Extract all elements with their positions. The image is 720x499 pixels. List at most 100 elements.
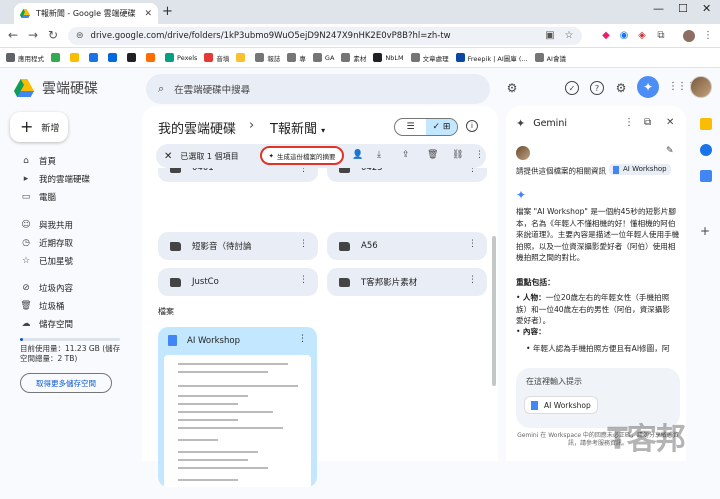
new-button[interactable]: + 新增 [10,112,68,142]
folder-item[interactable]: 0425 ⋮ [327,168,487,182]
trash-icon[interactable]: 🗑 [427,150,438,160]
bookmark-star-icon[interactable]: ☆ [563,30,575,42]
folder-item[interactable]: A56 ⋮ [327,232,487,260]
bookmark-item[interactable] [146,53,158,62]
file-more-icon[interactable]: ⋮ [298,334,307,344]
file-card[interactable]: AI Workshop ⋮ [158,327,317,487]
breadcrumb-current[interactable]: T報新聞 ▾ [270,118,325,137]
search-icon[interactable]: ⌕ [158,82,164,96]
search-input[interactable]: ⌕ 在雲端硬碟中搜尋 [146,74,490,104]
scrollbar[interactable] [492,236,496,386]
bookmark-item[interactable]: 報誌 [255,53,280,63]
sidebar-item[interactable]: ☺ 與我共用 [20,219,73,231]
edit-prompt-icon[interactable]: ✎ [666,146,674,156]
download-icon[interactable]: ⤓ [377,150,381,160]
share-icon[interactable]: 👤 [352,150,363,160]
menu-icon[interactable]: ⋮ [702,30,714,42]
grid-view-icon[interactable]: ✓ ⊞ [426,119,457,135]
account-avatar[interactable] [690,76,712,98]
bookmark-item[interactable] [89,53,101,62]
tasks-icon[interactable] [700,144,712,156]
input-file-chip[interactable]: AI Workshop [524,396,598,414]
contacts-icon[interactable] [700,170,712,182]
bookmark-icon [236,53,246,62]
browser-tab[interactable]: T報新聞 - Google 雲端硬碟 ✕ [14,3,158,24]
bookmark-icon [534,53,544,62]
bookmark-item[interactable] [108,53,120,62]
gemini-spark-icon[interactable]: ✦ [637,76,659,98]
clear-selection-icon[interactable]: ✕ [164,151,172,162]
info-icon[interactable]: i [466,120,478,132]
minimize-icon[interactable]: — [653,2,664,15]
bookmark-item[interactable]: Pexels [165,53,197,62]
breadcrumb-root[interactable]: 我的雲端硬碟 [158,118,236,137]
bookmark-item[interactable]: AI會議 [534,53,566,63]
buy-storage-button[interactable]: 取得更多儲存空間 [20,373,112,393]
back-icon[interactable]: ← [8,28,18,42]
move-icon[interactable]: ⇪ [402,150,410,160]
sidebar-item[interactable]: 🗑 垃圾桶 [20,300,64,312]
sidebar-item[interactable]: ▸ 我的雲端硬碟 [20,173,90,185]
cast-icon[interactable]: ▣ [544,30,556,42]
sidebar-item[interactable]: ☁ 儲存空間 [20,318,74,330]
bookmark-item[interactable] [127,53,139,62]
folder-more-icon[interactable]: ⋮ [299,168,308,174]
bookmark-item[interactable] [70,53,82,62]
extension-3-icon[interactable]: ◈ [636,30,648,42]
url-field[interactable]: ⊜ drive.google.com/drive/folders/1kP3ubm… [68,27,582,45]
bookmark-item[interactable]: 音填 [204,53,229,63]
close-panel-icon[interactable]: ✕ [666,117,674,128]
spark-icon: ✦ [268,151,274,160]
folder-more-icon[interactable]: ⋮ [468,275,477,285]
bookmark-item[interactable]: Freepik | AI圖庫 (... [455,53,528,63]
bookmark-item[interactable]: GA [312,53,334,62]
more-actions-icon[interactable]: ⋮ [475,150,484,160]
keep-icon[interactable] [700,118,712,130]
sidebar-item[interactable]: ◷ 近期存取 [20,237,73,249]
folder-item[interactable]: 0401 ⋮ [158,168,318,182]
offline-status-icon[interactable]: ✓ [565,81,579,95]
link-icon[interactable]: ⛓ [452,150,463,160]
bookmark-item[interactable]: 應用程式 [6,53,44,63]
folder-item[interactable]: 短影音（待討論 ⋮ [158,232,318,260]
sidebar-item[interactable]: ⊘ 垃圾內容 [20,282,73,294]
extension-1-icon[interactable]: ◆ [600,30,612,42]
prompt-input[interactable]: 在這裡輸入提示 AI Workshop [516,368,680,428]
extensions-icon[interactable]: ⧉ [655,30,667,42]
bookmark-item[interactable]: 專 [287,53,306,63]
help-icon[interactable]: ? [590,81,604,95]
bookmark-label: NbLM [385,53,404,62]
bookmark-item[interactable]: NbLM [373,53,404,62]
folder-item[interactable]: T客邦影片素材 ⋮ [327,268,487,296]
profile-icon[interactable] [683,30,695,42]
sidebar-item[interactable]: ⌂ 首頁 [20,155,56,167]
bookmark-item[interactable]: 素材 [341,53,366,63]
open-new-window-icon[interactable]: ⧉ [644,117,651,128]
folder-more-icon[interactable]: ⋮ [468,239,477,249]
sidebar-item[interactable]: ▭ 電腦 [20,191,56,203]
close-tab-icon[interactable]: ✕ [144,9,152,19]
settings-gear-icon[interactable]: ⚙ [614,81,628,95]
maximize-icon[interactable]: ☐ [678,2,688,15]
folder-more-icon[interactable]: ⋮ [299,275,308,285]
folder-more-icon[interactable]: ⋮ [468,168,477,174]
folder-item[interactable]: JustCo ⋮ [158,268,318,296]
reload-icon[interactable]: ↻ [48,28,58,42]
forward-icon[interactable]: → [28,28,38,42]
site-info-icon[interactable]: ⊜ [76,31,84,41]
add-on-icon[interactable]: + [700,224,712,238]
summarize-file-button[interactable]: ✦ 生成這份檔案的摘要 [260,146,344,165]
search-options-icon[interactable]: ⚙ [505,81,519,95]
bookmark-item[interactable] [236,53,248,62]
bookmark-item[interactable]: 文章處理 [410,53,449,63]
extension-2-icon[interactable]: ◉ [618,30,630,42]
drive-logo[interactable]: 雲端硬碟 [14,78,98,98]
close-window-icon[interactable]: ✕ [702,2,711,15]
file-chip[interactable]: AI Workshop [609,164,671,175]
list-view-icon[interactable]: ☰ [395,119,426,135]
bookmark-item[interactable] [51,53,63,62]
sidebar-item[interactable]: ☆ 已加星號 [20,255,73,267]
gemini-more-icon[interactable]: ⋮ [624,117,634,128]
folder-more-icon[interactable]: ⋮ [299,239,308,249]
new-tab-icon[interactable]: + [162,4,173,19]
